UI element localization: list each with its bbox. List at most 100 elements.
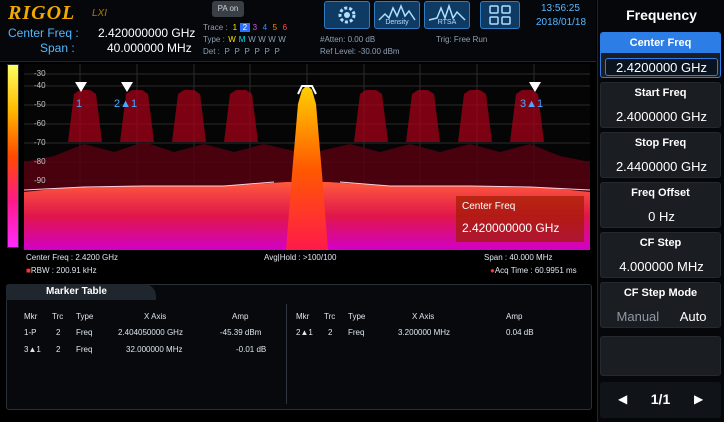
trace-det: P	[244, 47, 250, 56]
y-tick: -30	[34, 69, 46, 78]
det-row: Det : PPPPPP	[203, 47, 282, 56]
key-value: 2.4000000 GHz	[615, 109, 708, 124]
col-header: Amp	[232, 312, 249, 321]
marker-3[interactable]	[528, 80, 542, 98]
col-header: Mkr	[24, 312, 38, 321]
manual-option[interactable]: Manual	[617, 309, 660, 324]
trigger-readout: Trig: Free Run	[436, 35, 488, 44]
table-cell: Freq	[348, 328, 365, 337]
trace-type: W	[228, 35, 236, 44]
atten-readout: #Atten: 0.00 dB	[320, 35, 376, 44]
clock-time: 13:56:25	[541, 3, 580, 14]
table-cell: 0.04 dB	[506, 328, 534, 337]
key-value: 2.4200000 GHz	[605, 58, 718, 76]
trace-type: W	[278, 35, 286, 44]
stop-freq-key[interactable]: Stop Freq 2.4400000 GHz	[600, 132, 721, 178]
rigol-logo: RIGOL	[8, 2, 76, 24]
marker-3-label: 3▲1	[520, 98, 544, 110]
rtsa-mode-button[interactable]: RTSA	[424, 1, 470, 29]
trace-det: P	[274, 47, 280, 56]
marker-2-label: 2▲1	[114, 98, 138, 110]
col-header: Type	[348, 312, 366, 321]
key-value: 4.000000 MHz	[619, 259, 704, 274]
rtsa-label: RTSA	[437, 19, 457, 26]
key-value: 2.4400000 GHz	[615, 159, 708, 174]
softkey-menu: Frequency Center Freq 2.4200000 GHz Star…	[597, 0, 724, 422]
col-header: Trc	[324, 312, 336, 321]
freq-offset-key[interactable]: Freq Offset 0 Hz	[600, 182, 721, 228]
trace-row-label: Trace :	[203, 23, 228, 32]
center-freq-value: 2.420000000 GHz	[98, 26, 196, 40]
marker-table-tab[interactable]: Marker Table	[6, 284, 156, 300]
marker-table-title: Marker Table	[46, 286, 107, 297]
key-label: Start Freq	[634, 87, 687, 99]
trace-4-indicator[interactable]: 4	[260, 23, 270, 32]
y-tick: -50	[34, 100, 46, 109]
clock-date: 2018/01/18	[536, 17, 587, 28]
rbw-text: RBW : 200.91 kHz	[30, 266, 97, 275]
trace-det: P	[254, 47, 260, 56]
key-label: CF Step	[639, 237, 682, 249]
key-label: CF Step Mode	[623, 287, 698, 299]
status-span: Span : 40.000 MHz	[484, 253, 553, 262]
table-cell: 2▲1	[296, 328, 313, 337]
table-cell: 2	[328, 328, 333, 337]
table-cell: 3.200000 MHz	[398, 328, 451, 337]
trace-2-indicator[interactable]: 2	[239, 23, 250, 32]
trace-det: P	[234, 47, 240, 56]
y-tick: -90	[34, 176, 46, 185]
type-row-label: Type :	[203, 35, 225, 44]
trace-5-indicator[interactable]: 5	[270, 23, 280, 32]
status-center-freq: Center Freq : 2.4200 GHz	[26, 253, 119, 262]
marker-triangle-icon	[121, 82, 133, 92]
col-header: X Axis	[144, 312, 167, 321]
auto-option[interactable]: Auto	[680, 309, 707, 324]
layout-button[interactable]	[480, 1, 520, 29]
col-header: Trc	[52, 312, 64, 321]
cf-step-key[interactable]: CF Step 4.000000 MHz	[600, 232, 721, 278]
cf-step-mode-key[interactable]: CF Step Mode Manual Auto	[600, 282, 721, 328]
center-freq-label: Center Freq :	[8, 26, 79, 40]
trace-6-indicator[interactable]: 6	[280, 23, 290, 32]
marker-triangle-icon	[75, 82, 87, 92]
density-color-scale	[7, 64, 19, 248]
pa-on-button[interactable]: PA on	[212, 1, 244, 17]
span-value: 40.000000 MHz	[107, 41, 192, 55]
trace-det: P	[224, 47, 230, 56]
ref-level-readout: Ref Level: -30.00 dBm	[320, 47, 400, 56]
trace-1-indicator[interactable]: 1	[230, 23, 240, 32]
center-freq-key[interactable]: Center Freq 2.4200000 GHz	[600, 32, 721, 78]
trace-3-indicator[interactable]: 3	[250, 23, 260, 32]
table-cell: 3▲1	[24, 345, 41, 354]
density-mode-button[interactable]: Density	[374, 1, 420, 29]
menu-title: Frequency	[626, 7, 697, 23]
callout-label: Center Freq	[462, 201, 516, 212]
marker-table-divider	[286, 304, 287, 404]
center-freq-callout: Center Freq 2.420000000 GHz	[456, 196, 584, 242]
table-cell: 2	[56, 328, 61, 337]
col-header: Type	[76, 312, 94, 321]
y-tick: -70	[34, 138, 46, 147]
marker-1[interactable]	[74, 80, 88, 98]
table-cell: Freq	[76, 345, 93, 354]
y-tick: -80	[34, 157, 46, 166]
key-label: Freq Offset	[631, 187, 690, 199]
key-toggle: Manual Auto	[605, 308, 718, 326]
lxi-logo: LXI	[92, 8, 108, 19]
page-right-icon[interactable]: ▶	[694, 392, 703, 406]
key-value: 0 Hz	[648, 209, 675, 224]
det-row-label: Det :	[203, 47, 220, 56]
status-avg-hold: Avg|Hold : >100/100	[264, 253, 337, 262]
start-freq-key[interactable]: Start Freq 2.4000000 GHz	[600, 82, 721, 128]
table-cell: 2.404050000 GHz	[118, 328, 183, 337]
gear-icon	[338, 6, 356, 24]
y-tick: -60	[34, 119, 46, 128]
table-cell: 32.000000 MHz	[126, 345, 183, 354]
marker-2[interactable]	[120, 80, 134, 98]
table-cell: 2	[56, 345, 61, 354]
marker-table	[6, 284, 592, 410]
settings-mode-button[interactable]	[324, 1, 370, 29]
marker-1-label: 1	[76, 98, 83, 110]
blank-key[interactable]	[600, 336, 721, 376]
table-cell: -0.01 dB	[236, 345, 267, 354]
